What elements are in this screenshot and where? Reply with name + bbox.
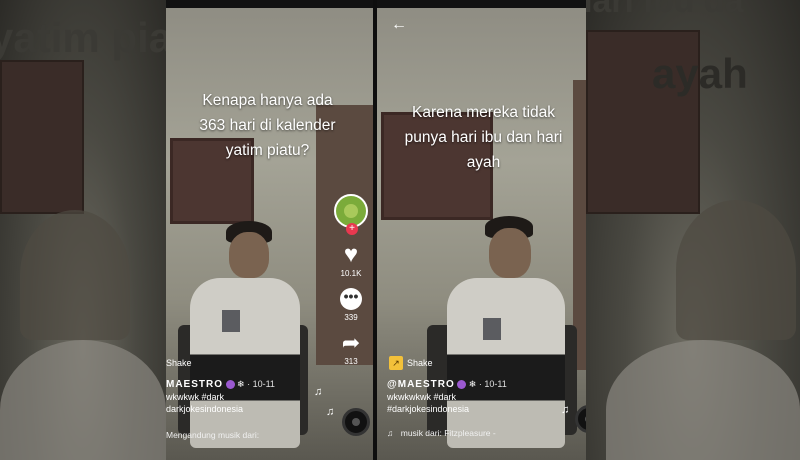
video-panel-left[interactable]: Kenapa hanya ada 363 hari di kalender ya… — [166, 0, 373, 460]
description-line: wkwkwk #dark — [166, 392, 225, 402]
shake-badge[interactable]: Shake — [166, 358, 192, 368]
snowflake-icon: ❄ — [468, 379, 477, 389]
background-left: yatim piat — [0, 0, 166, 460]
person-body — [447, 278, 565, 448]
person-head — [489, 228, 531, 278]
devil-emoji-icon — [457, 380, 467, 390]
hashtag-line[interactable]: #darkjokesindonesia — [387, 403, 542, 415]
music-note-icon: ♫ — [561, 404, 570, 416]
description-line: wkwkwkwk #dark — [387, 392, 457, 402]
music-label: Mengandung musik dari: — [166, 430, 260, 440]
bg-text-right-top: punya hari ibu da — [586, 0, 744, 20]
heart-icon: ♥ — [343, 241, 359, 268]
background-right: punya hari ibu da ayah — [586, 0, 800, 460]
bg-person-body — [0, 340, 166, 460]
video-panel-right[interactable]: ← Karena mereka tidak punya hari ibu dan… — [377, 0, 586, 460]
shirt-pocket — [483, 318, 501, 340]
caption-line: yatim piatu? — [225, 142, 310, 159]
comment-icon: ••• — [340, 288, 362, 310]
shake-label: Shake — [407, 358, 433, 368]
caption-line: Karena mereka tidak — [411, 104, 556, 121]
share-button[interactable]: ➦ 313 — [333, 330, 369, 367]
follow-plus-icon[interactable]: + — [346, 223, 358, 235]
status-bar — [377, 0, 586, 8]
post-meta: @MAESTRO ❄ · 10-11 wkwkwkwk #dark #darkj… — [387, 378, 542, 415]
action-rail: + ♥ 10.1K ••• 339 ➦ 313 — [333, 194, 369, 366]
caption-line: ayah — [466, 154, 501, 171]
bg-person-head — [20, 210, 130, 340]
shake-icon: ↗ — [389, 356, 403, 370]
video-caption: Karena mereka tidak punya hari ibu dan h… — [381, 100, 586, 175]
hashtag-line[interactable]: darkjokesindonesia — [166, 403, 329, 415]
shake-badge[interactable]: ↗ Shake — [389, 356, 433, 370]
avatar-face — [344, 204, 358, 218]
music-label: musik dari: Fitzpleasure - — [400, 428, 496, 438]
bg-person-head — [676, 200, 796, 340]
music-disc-icon[interactable] — [342, 408, 370, 436]
person-head — [229, 232, 269, 278]
caption-line: punya hari ibu dan hari — [404, 129, 563, 146]
music-info[interactable]: Mengandung musik dari: — [166, 430, 259, 440]
caption-line: Kenapa hanya ada — [202, 92, 333, 109]
shirt-pocket — [222, 310, 240, 332]
music-icon: ♫ — [387, 428, 394, 438]
back-arrow-icon[interactable]: ← — [391, 16, 407, 34]
bg-window — [0, 60, 84, 214]
person-body — [190, 278, 300, 448]
comment-button[interactable]: ••• 339 — [333, 288, 369, 322]
status-bar — [166, 0, 373, 8]
like-button[interactable]: ♥ 10.1K — [333, 241, 369, 279]
bg-text-left: yatim piat — [0, 14, 166, 61]
snowflake-icon: ❄ — [237, 379, 245, 389]
caption-line: 363 hari di kalender — [199, 117, 336, 134]
username[interactable]: MAESTRO — [166, 379, 223, 390]
post-meta: MAESTRO ❄ · 10-11 wkwkwk #dark darkjokes… — [166, 378, 329, 415]
bg-person-body — [606, 340, 800, 460]
video-caption: Kenapa hanya ada 363 hari di kalender ya… — [166, 88, 373, 163]
post-date: · 10-11 — [478, 379, 507, 389]
music-info[interactable]: ♫ musik dari: Fitzpleasure - — [387, 428, 496, 438]
comment-count: 339 — [344, 313, 358, 322]
username[interactable]: @MAESTRO — [387, 379, 455, 390]
share-count: 313 — [344, 357, 358, 366]
creator-avatar[interactable]: + — [334, 194, 368, 235]
shake-label: Shake — [166, 358, 192, 368]
devil-emoji-icon — [225, 380, 235, 390]
bg-text-right: ayah — [652, 50, 748, 97]
like-count: 10.1K — [340, 269, 362, 278]
post-date: · 10-11 — [247, 379, 275, 389]
share-icon: ➦ — [341, 330, 361, 355]
